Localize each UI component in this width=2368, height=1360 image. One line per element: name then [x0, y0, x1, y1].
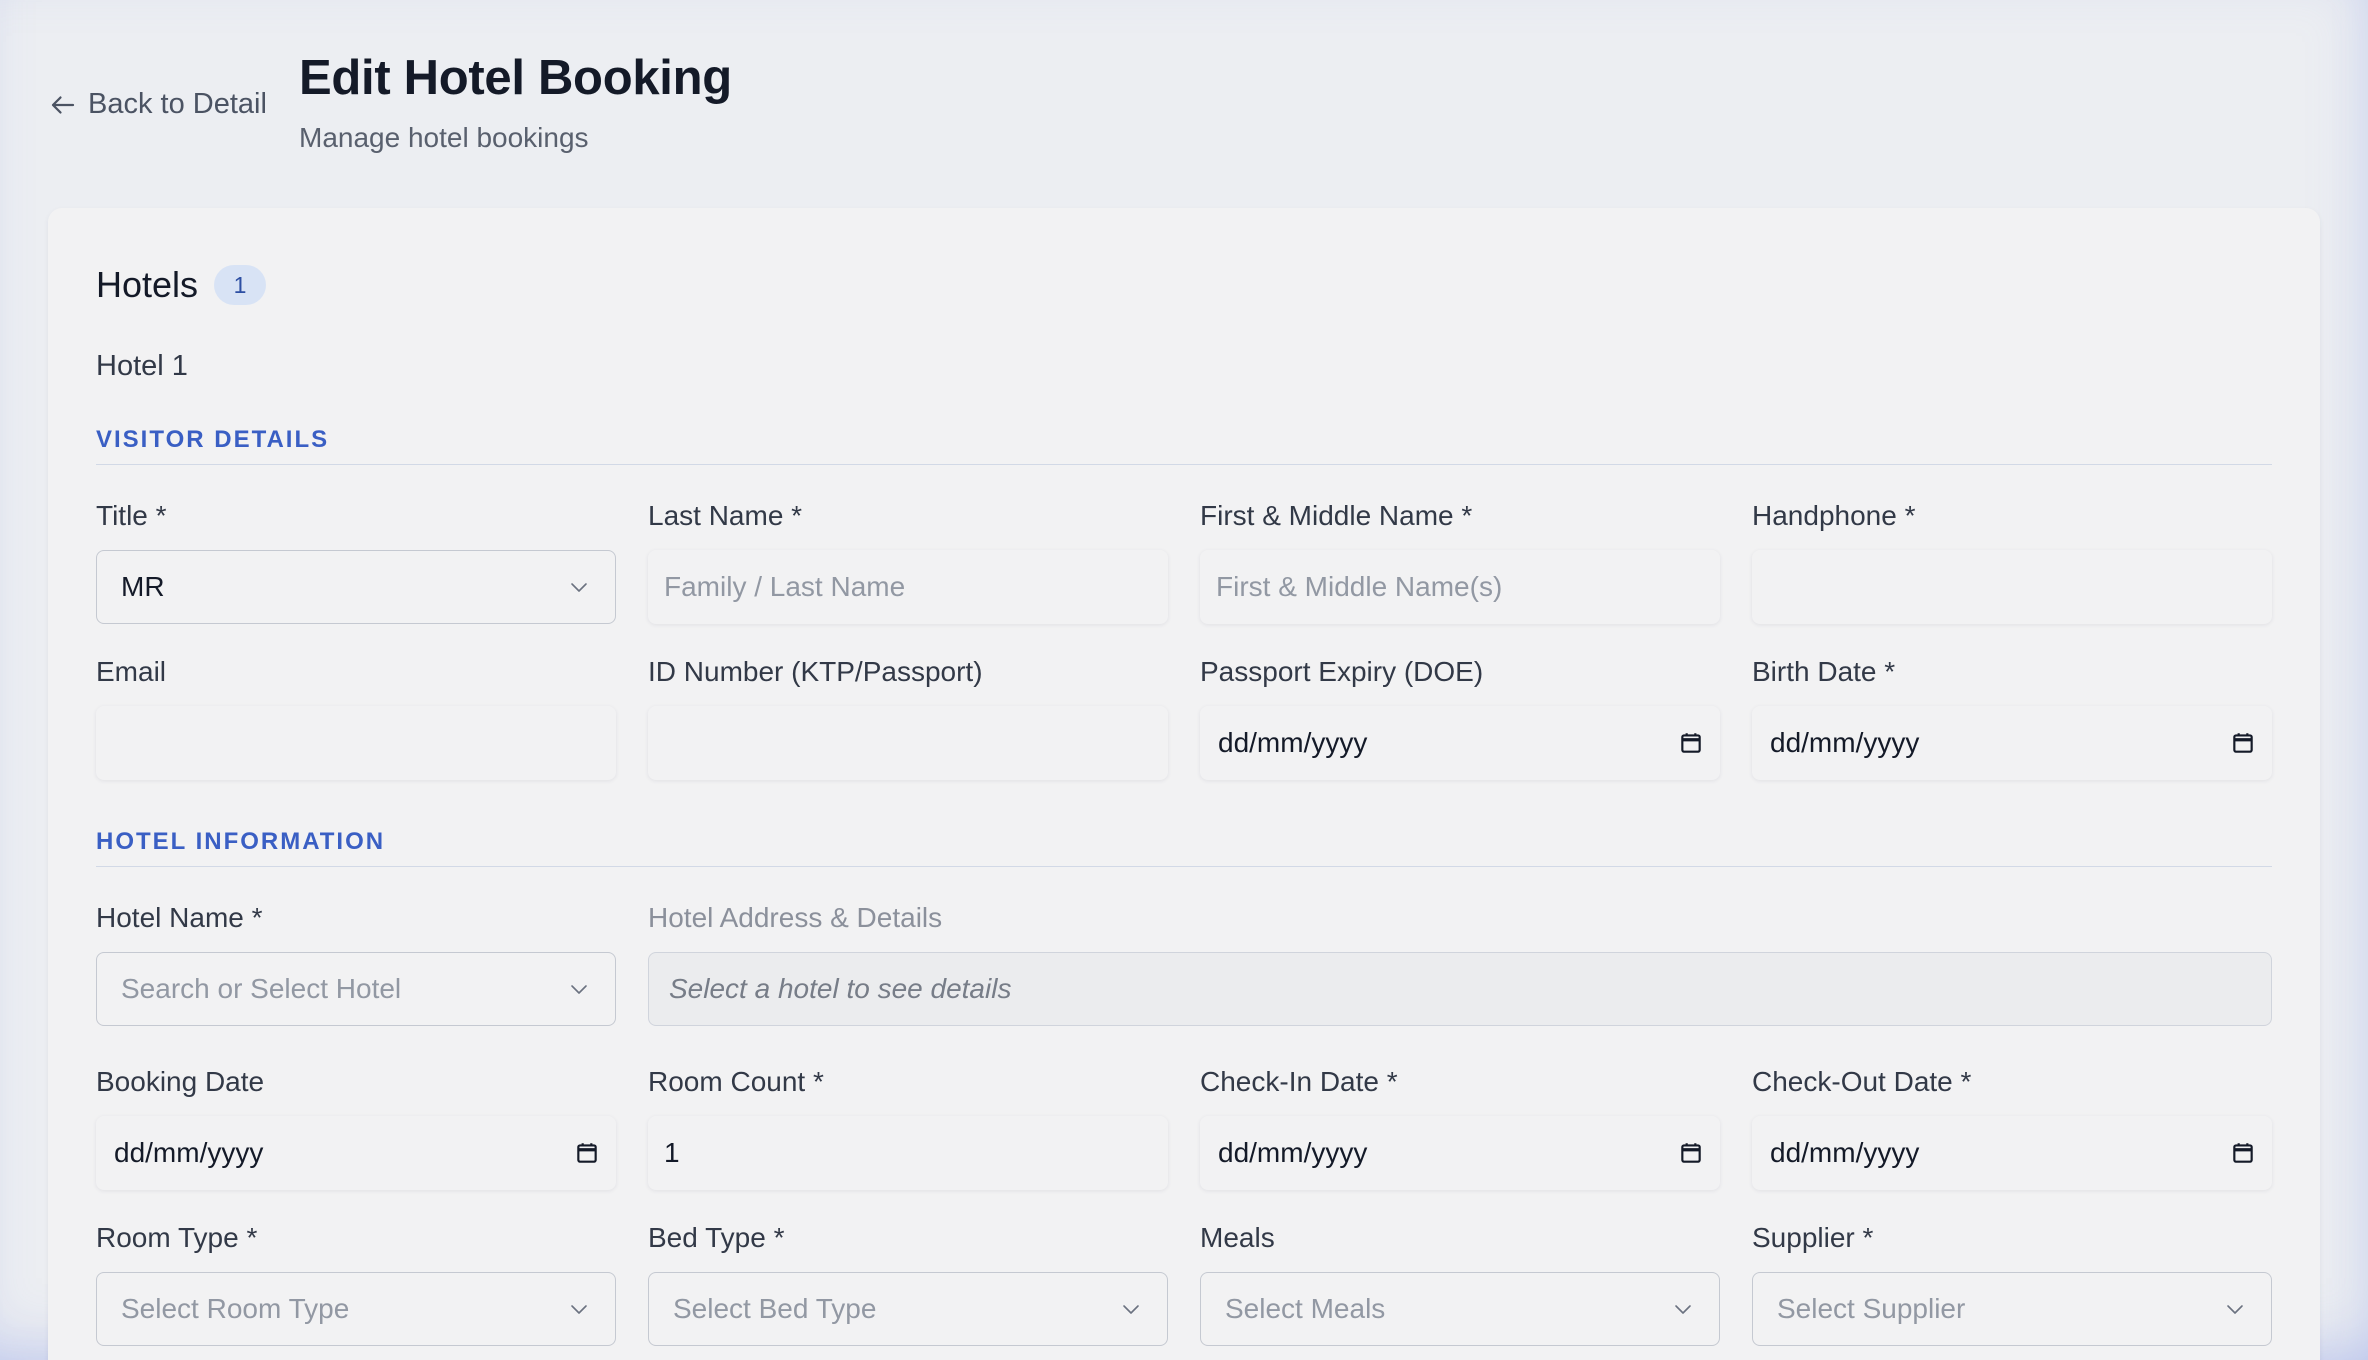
chevron-down-icon	[571, 985, 587, 994]
id-number-field: ID Number (KTP/Passport)	[648, 656, 1168, 780]
hotel-address-placeholder: Select a hotel to see details	[669, 973, 1012, 1004]
booking-date-label: Booking Date	[96, 1066, 265, 1097]
birth-date-field: Birth Date * dd/mm/yyyy	[1752, 656, 2272, 780]
room-count-value: 1	[664, 1137, 680, 1168]
meals-field: Meals Select Meals	[1200, 1222, 1720, 1346]
calendar-icon[interactable]	[574, 1140, 600, 1166]
last-name-label: Last Name *	[648, 500, 803, 531]
room-type-placeholder: Select Room Type	[121, 1293, 350, 1324]
room-type-label: Room Type *	[96, 1222, 258, 1253]
check-out-field: Check-Out Date * dd/mm/yyyy	[1752, 1066, 2272, 1190]
last-name-input[interactable]: Family / Last Name	[648, 550, 1168, 624]
email-input[interactable]	[96, 706, 616, 780]
calendar-icon[interactable]	[2230, 1140, 2256, 1166]
hotel-name-field: Hotel Name * Search or Select Hotel	[96, 902, 616, 1026]
birth-date-value: dd/mm/yyyy	[1770, 727, 1920, 758]
birth-date-input[interactable]: dd/mm/yyyy	[1752, 706, 2272, 780]
passport-expiry-label: Passport Expiry (DOE)	[1200, 656, 1484, 687]
bed-type-field: Bed Type * Select Bed Type	[648, 1222, 1168, 1346]
check-in-field: Check-In Date * dd/mm/yyyy	[1200, 1066, 1720, 1190]
birth-date-label: Birth Date *	[1752, 656, 1896, 687]
check-in-label: Check-In Date *	[1200, 1066, 1398, 1097]
passport-expiry-input[interactable]: dd/mm/yyyy	[1200, 706, 1720, 780]
title-label: Title *	[96, 500, 167, 531]
supplier-field: Supplier * Select Supplier	[1752, 1222, 2272, 1346]
hotel-name-label: Hotel Name *	[96, 902, 263, 933]
check-out-input[interactable]: dd/mm/yyyy	[1752, 1116, 2272, 1190]
room-count-field: Room Count * 1	[648, 1066, 1168, 1190]
visitor-details-heading: VISITOR DETAILS	[96, 426, 2272, 465]
passport-expiry-value: dd/mm/yyyy	[1218, 727, 1368, 758]
room-count-input[interactable]: 1	[648, 1116, 1168, 1190]
hotel-information-heading: HOTEL INFORMATION	[96, 828, 2272, 867]
hotels-section-header: Hotels 1	[96, 264, 267, 306]
check-in-value: dd/mm/yyyy	[1218, 1137, 1368, 1168]
chevron-down-icon	[571, 1305, 587, 1314]
room-type-select[interactable]: Select Room Type	[96, 1272, 616, 1346]
hotels-count-badge: 1	[214, 265, 267, 305]
hotels-card: Hotels 1 Hotel 1 VISITOR DETAILS Title *…	[48, 208, 2320, 1360]
check-in-input[interactable]: dd/mm/yyyy	[1200, 1116, 1720, 1190]
id-number-label: ID Number (KTP/Passport)	[648, 656, 983, 687]
hotel-name-placeholder: Search or Select Hotel	[121, 973, 402, 1004]
first-name-placeholder: First & Middle Name(s)	[1216, 571, 1503, 602]
hotel-address-label: Hotel Address & Details	[648, 902, 943, 933]
room-count-label: Room Count *	[648, 1066, 824, 1097]
title-field: Title * MR	[96, 500, 616, 624]
supplier-placeholder: Select Supplier	[1777, 1293, 1966, 1324]
back-to-detail-link[interactable]: Back to Detail	[48, 88, 267, 121]
email-field: Email	[96, 656, 616, 780]
booking-date-input[interactable]: dd/mm/yyyy	[96, 1116, 616, 1190]
chevron-down-icon	[571, 583, 587, 592]
bed-type-select[interactable]: Select Bed Type	[648, 1272, 1168, 1346]
back-label: Back to Detail	[88, 88, 267, 120]
calendar-icon[interactable]	[1678, 1140, 1704, 1166]
first-name-label: First & Middle Name *	[1200, 500, 1473, 531]
booking-date-value: dd/mm/yyyy	[114, 1137, 264, 1168]
chevron-down-icon	[1675, 1305, 1691, 1314]
supplier-select[interactable]: Select Supplier	[1752, 1272, 2272, 1346]
hotel-item-label: Hotel 1	[96, 350, 188, 382]
email-label: Email	[96, 656, 167, 687]
page-title: Edit Hotel Booking	[299, 51, 732, 105]
calendar-icon[interactable]	[2230, 730, 2256, 756]
title-block: Edit Hotel Booking Manage hotel bookings	[299, 50, 732, 154]
calendar-icon[interactable]	[1678, 730, 1704, 756]
first-name-field: First & Middle Name * First & Middle Nam…	[1200, 500, 1720, 624]
booking-date-field: Booking Date dd/mm/yyyy	[96, 1066, 616, 1190]
handphone-label: Handphone *	[1752, 500, 1916, 531]
check-out-value: dd/mm/yyyy	[1770, 1137, 1920, 1168]
meals-label: Meals	[1200, 1222, 1275, 1253]
chevron-down-icon	[2227, 1305, 2243, 1314]
last-name-placeholder: Family / Last Name	[664, 571, 906, 602]
supplier-label: Supplier *	[1752, 1222, 1874, 1253]
chevron-down-icon	[1123, 1305, 1139, 1314]
page-header: Back to Detail Edit Hotel Booking Manage…	[48, 50, 2320, 170]
meals-select[interactable]: Select Meals	[1200, 1272, 1720, 1346]
first-name-input[interactable]: First & Middle Name(s)	[1200, 550, 1720, 624]
last-name-field: Last Name * Family / Last Name	[648, 500, 1168, 624]
hotel-name-select[interactable]: Search or Select Hotel	[96, 952, 616, 1026]
title-select[interactable]: MR	[96, 550, 616, 624]
meals-placeholder: Select Meals	[1225, 1293, 1386, 1324]
passport-expiry-field: Passport Expiry (DOE) dd/mm/yyyy	[1200, 656, 1720, 780]
hotel-address-details: Select a hotel to see details	[648, 952, 2272, 1026]
title-value: MR	[121, 571, 165, 602]
bed-type-placeholder: Select Bed Type	[673, 1293, 877, 1324]
handphone-input[interactable]	[1752, 550, 2272, 624]
id-number-input[interactable]	[648, 706, 1168, 780]
room-type-field: Room Type * Select Room Type	[96, 1222, 616, 1346]
handphone-field: Handphone *	[1752, 500, 2272, 624]
hotel-address-field: Hotel Address & Details Select a hotel t…	[648, 902, 2272, 1026]
hotels-title: Hotels	[96, 264, 199, 305]
check-out-label: Check-Out Date *	[1752, 1066, 1972, 1097]
bed-type-label: Bed Type *	[648, 1222, 785, 1253]
page-subtitle: Manage hotel bookings	[299, 122, 589, 153]
arrow-left-icon	[51, 95, 75, 114]
